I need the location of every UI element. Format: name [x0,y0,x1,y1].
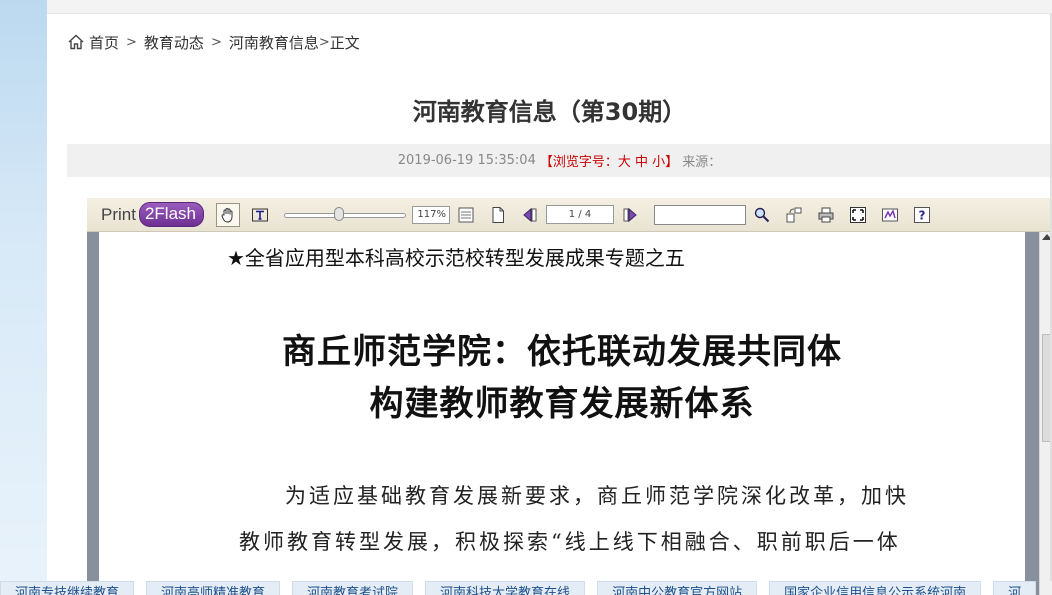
next-page-button[interactable] [618,203,642,227]
article-meta-bar: 2019-06-19 15:35:04 【浏览字号：大 中 小】 来源： [67,144,1052,177]
text-select-button[interactable] [248,203,272,227]
about-icon [882,208,898,221]
friend-link[interactable]: 国家企业信用信息公示系统河南 [769,581,982,595]
search-icon [754,207,770,222]
hand-tool-button[interactable] [216,202,240,227]
main-content: 首页 > 教育动态 > 河南教育信息 > 正文 河南教育信息（第30期） 201… [47,14,1052,595]
document-viewer: Print 2Flash 117% 1 / 4 ? ★全省应用型本科高校示范校转… [87,198,1052,595]
page-number-field[interactable]: 1 / 4 [546,205,614,224]
zoom-slider-track [284,212,406,218]
breadcrumb-separator: > [210,34,222,50]
breadcrumb: 首页 > 教育动态 > 河南教育信息 > 正文 [67,30,360,54]
brand-flash-text: 2Flash [138,202,204,227]
breadcrumb-education-news[interactable]: 教育动态 [144,32,204,53]
print-icon [818,207,834,222]
search-button[interactable] [750,203,774,227]
help-icon: ? [914,206,930,223]
zoom-slider[interactable] [284,206,406,221]
prev-page-icon [523,207,537,222]
friend-link[interactable]: 河南专技继续教育 [0,581,135,595]
home-icon[interactable] [67,33,85,51]
viewer-toolbar: Print 2Flash 117% 1 / 4 ? [87,198,1052,232]
breadcrumb-separator: > [318,34,330,50]
font-size-large-link[interactable]: 大 [618,155,631,170]
font-size-label-open: 【浏览字号： [539,155,618,170]
next-page-icon [623,207,637,222]
friend-link[interactable]: 河南教育考试院 [292,581,414,595]
friend-link[interactable]: 河南高师精准教育 [146,581,281,595]
prev-page-button[interactable] [518,203,542,227]
doc-heading-line-2: 构建教师教育发展新体系 [369,384,755,424]
print2flash-logo: Print 2Flash [101,202,204,227]
document-area[interactable]: ★全省应用型本科高校示范校转型发展成果专题之五 商丘师范学院：依托联动发展共同体… [87,232,1052,595]
fullscreen-button[interactable] [846,203,870,227]
zoom-slider-thumb[interactable] [334,206,344,221]
source-label: 来源： [682,155,722,170]
fullscreen-icon [850,206,866,223]
brand-print-text: Print [101,204,136,224]
friend-link[interactable]: 河南中公教育官方网站 [597,581,758,595]
publish-datetime: 2019-06-19 15:35:04 [397,153,536,168]
friend-link[interactable]: 河南科技大学教育在线 [425,581,586,595]
document-page: ★全省应用型本科高校示范校转型发展成果专题之五 商丘师范学院：依托联动发展共同体… [99,232,1025,595]
font-size-switcher: 【浏览字号：大 中 小】 [540,151,678,170]
friend-links-bar: 河南专技继续教育 河南高师精准教育 河南教育考试院 河南科技大学教育在线 河南中公教育官… [0,581,1052,595]
help-button[interactable]: ? [910,203,934,227]
breadcrumb-current: 正文 [329,33,360,52]
page-title: 河南教育信息（第30期） [412,98,687,126]
font-size-medium-link[interactable]: 中 [635,155,648,170]
doc-subtitle: ★全省应用型本科高校示范校转型发展成果专题之五 [227,246,685,270]
single-page-icon [492,206,504,223]
fit-width-icon [458,207,474,222]
zoom-level-field[interactable]: 117% [412,205,450,224]
friend-link[interactable]: 河 [993,581,1037,595]
svg-text:?: ? [919,208,926,222]
text-select-icon [252,208,268,221]
breadcrumb-separator: > [126,34,137,50]
doc-paragraph-line-1: 为适应基础教育发展新要求，商丘师范学院深化改革，加快 [285,484,909,508]
doc-paragraph-line-2: 教师教育转型发展，积极探索“线上线下相融合、职前职后一体 [239,530,901,554]
search-input[interactable] [654,204,746,225]
about-button[interactable] [878,203,902,227]
rotate-icon [786,207,802,222]
breadcrumb-home[interactable]: 首页 [89,32,119,53]
breadcrumb-henan-education-info[interactable]: 河南教育信息 [229,32,319,53]
print-button[interactable] [814,203,838,227]
hand-icon [221,207,233,223]
top-strip [47,0,1052,14]
font-size-label-close: 】 [665,155,679,170]
rotate-button[interactable] [782,203,806,227]
page-background-left [0,0,47,595]
font-size-small-link[interactable]: 小 [652,155,665,170]
single-page-button[interactable] [486,203,510,227]
fit-width-button[interactable] [454,203,478,227]
doc-heading-line-1: 商丘师范学院：依托联动发展共同体 [282,332,842,372]
